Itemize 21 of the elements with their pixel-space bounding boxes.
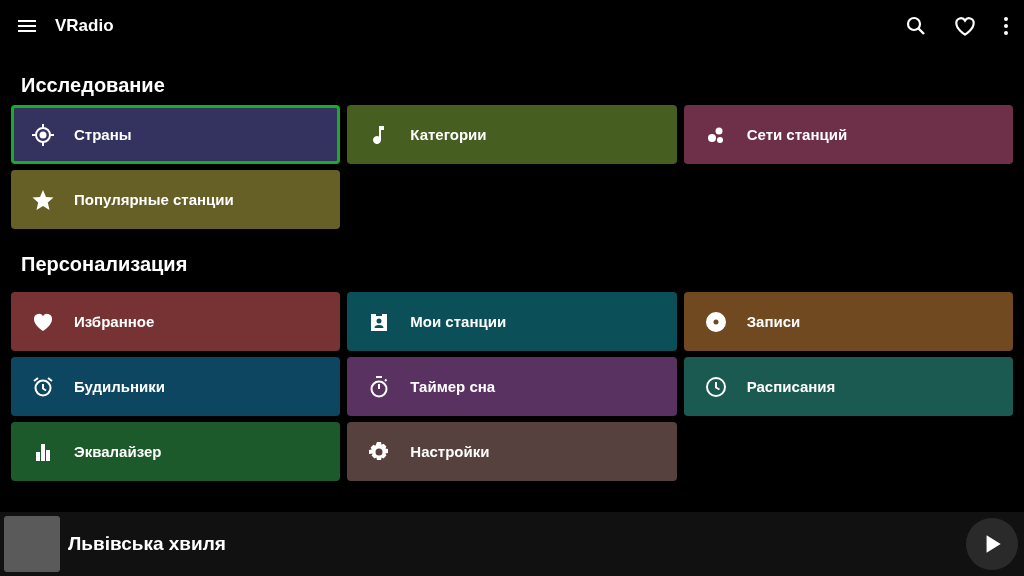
category-tile[interactable]: Настройки bbox=[347, 422, 677, 481]
play-button[interactable] bbox=[966, 518, 1018, 570]
station-name: Львівська хвиля bbox=[68, 533, 226, 555]
category-tile[interactable]: Записи bbox=[683, 292, 1013, 351]
category-tile[interactable]: Категории bbox=[347, 105, 677, 164]
crosshair-icon bbox=[31, 122, 55, 147]
category-tile[interactable]: Расписания bbox=[683, 357, 1013, 416]
station-logo-placeholder bbox=[4, 516, 60, 572]
category-tile[interactable]: Таймер сна bbox=[347, 357, 677, 416]
clock-icon bbox=[703, 374, 728, 399]
alarm-clock-icon bbox=[31, 374, 55, 399]
category-tile[interactable]: Эквалайзер bbox=[11, 422, 341, 481]
category-tile[interactable]: Мои станции bbox=[347, 292, 677, 351]
category-tile[interactable]: Страны bbox=[11, 105, 341, 164]
category-tile[interactable]: Сети станций bbox=[683, 105, 1013, 164]
section-title: Персонализация bbox=[20, 252, 189, 277]
category-tile[interactable]: Будильники bbox=[11, 357, 341, 416]
category-tile[interactable]: Избранное bbox=[11, 292, 341, 351]
category-tile[interactable]: Популярные станции bbox=[11, 170, 341, 229]
more-options-icon[interactable] bbox=[1002, 14, 1010, 38]
app-title: VRadio bbox=[55, 16, 114, 36]
